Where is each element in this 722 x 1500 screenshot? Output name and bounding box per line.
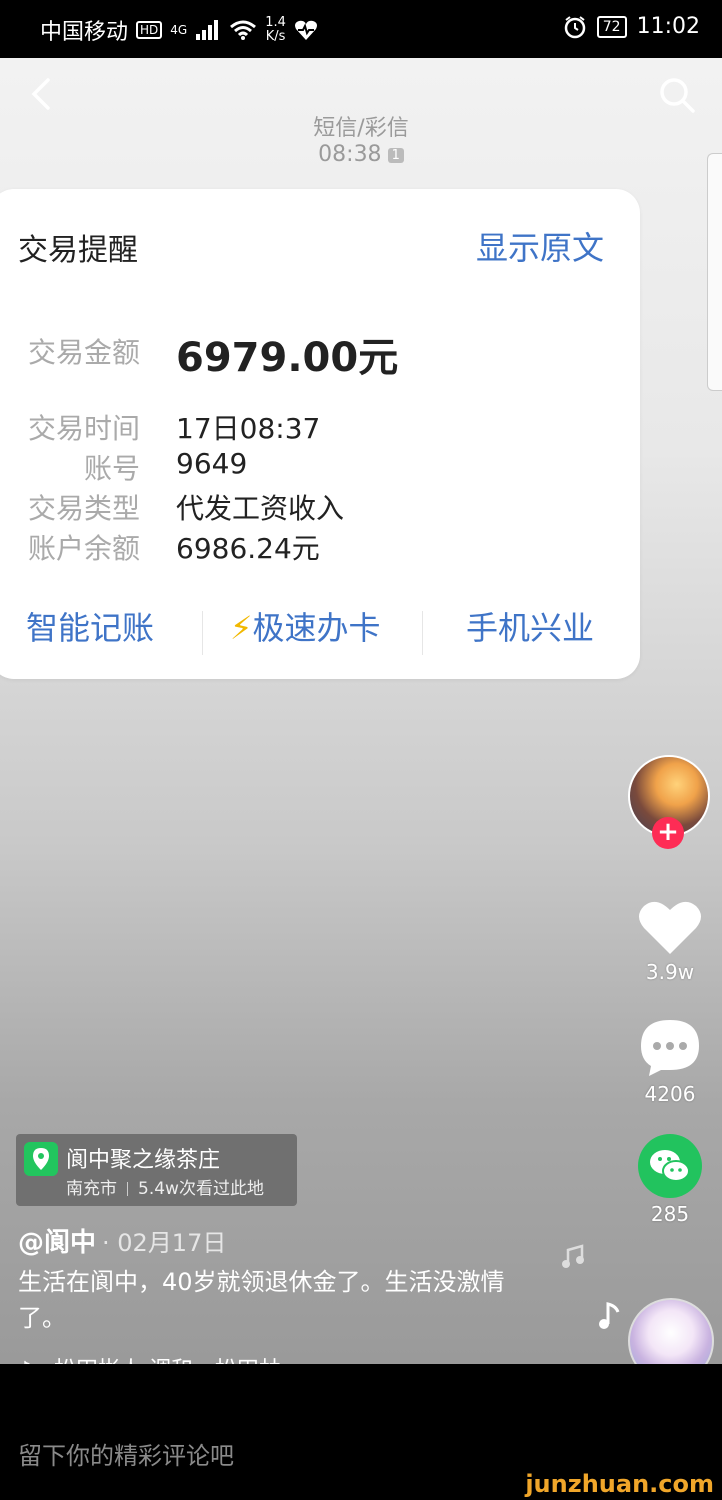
sms-time-row: 08:38 1: [0, 142, 722, 167]
time-label: 交易时间: [27, 412, 140, 445]
status-left: 中国移动 HD 4G 1.4 K/s: [40, 14, 318, 46]
music-note-icon: [562, 1244, 584, 1268]
location-name: 阆中聚之缘茶庄: [66, 1148, 221, 1173]
account-value: 9649: [176, 447, 248, 480]
type-value: 代发工资收入: [176, 492, 345, 525]
watermark: junzhuan.com: [525, 1470, 714, 1498]
network-speed: 1.4 K/s: [265, 16, 286, 44]
author-name[interactable]: @阆中: [18, 1228, 96, 1258]
back-icon[interactable]: [26, 74, 56, 114]
health-icon: [294, 20, 317, 40]
mobile-xingye-button[interactable]: 手机兴业: [466, 603, 594, 649]
account-label: 账号: [83, 452, 140, 485]
battery-indicator: 72: [596, 15, 627, 38]
action-divider: [202, 611, 203, 655]
location-tag[interactable]: 阆中聚之缘茶庄 南充市 5.4w次看过此地: [16, 1134, 297, 1206]
comment-icon: [641, 1020, 699, 1076]
music-marquee[interactable]: ♪ - 松田彬人 调和 - 松田林: [18, 1352, 281, 1364]
location-sub: 南充市 5.4w次看过此地: [66, 1174, 264, 1199]
author-avatar[interactable]: +: [628, 755, 710, 849]
bolt-icon: ⚡: [230, 609, 253, 647]
clock: 11:02: [636, 14, 700, 39]
search-icon[interactable]: [658, 76, 696, 114]
card-title: 交易提醒: [18, 233, 138, 268]
network-type: 4G: [170, 23, 188, 37]
balance-label: 账户余额: [27, 532, 140, 565]
speed-value: 1.4: [265, 15, 286, 30]
post-caption: 生活在阆中，40岁就领退休金了。生活没激情了。: [18, 1268, 505, 1332]
hd-badge: HD: [136, 21, 163, 39]
comment-count: 4206: [644, 1082, 696, 1106]
like-count: 3.9w: [645, 960, 695, 984]
wechat-icon: [638, 1134, 702, 1198]
follow-button[interactable]: +: [652, 817, 684, 849]
music-disc[interactable]: [628, 1298, 714, 1364]
status-right: 72 11:02: [563, 14, 700, 39]
card-actions: 智能记账 ⚡极速办卡 手机兴业: [0, 603, 640, 659]
author-line[interactable]: @阆中 · 02月17日: [18, 1222, 226, 1259]
carrier-label: 中国移动: [40, 20, 129, 45]
transaction-card: 交易提醒 显示原文 交易金额 6979.00元 交易时间 17日08:37 账号…: [0, 189, 640, 679]
heart-icon: [639, 901, 701, 954]
show-original-link[interactable]: 显示原文: [476, 223, 604, 269]
speed-unit: K/s: [265, 29, 286, 44]
amount-value: 6979.00元: [176, 335, 399, 381]
smart-bookkeeping-button[interactable]: 智能记账: [26, 603, 154, 649]
share-button[interactable]: 285: [630, 1134, 710, 1226]
location-city: 南充市: [66, 1179, 117, 1199]
video-area[interactable]: 短信/彩信 08:38 1 交易提醒 显示原文 交易金额 6979.00元 交易时…: [0, 58, 722, 1364]
wifi-icon: [230, 20, 257, 40]
time-value: 17日08:37: [176, 412, 321, 445]
fast-card-button[interactable]: ⚡极速办卡: [230, 603, 380, 649]
location-visits: 5.4w次看过此地: [138, 1179, 264, 1199]
type-label: 交易类型: [27, 492, 140, 525]
like-button[interactable]: 3.9w: [630, 898, 710, 984]
balance-value: 6986.24元: [176, 532, 320, 565]
location-pin-icon: [24, 1142, 58, 1176]
status-bar: 中国移动 HD 4G 1.4 K/s 72 11:02: [0, 0, 722, 58]
music-note-icon: [599, 1302, 620, 1329]
location-separator: [127, 1182, 128, 1196]
sms-time: 08:38: [318, 142, 382, 167]
signal-icon: [196, 20, 219, 40]
fast-card-label: 极速办卡: [252, 609, 381, 647]
side-panel-handle[interactable]: [707, 153, 722, 391]
action-divider: [422, 611, 423, 655]
amount-label: 交易金额: [27, 336, 140, 369]
sim-badge: 1: [387, 147, 404, 163]
comment-input[interactable]: 留下你的精彩评论吧: [18, 1436, 234, 1471]
alarm-icon: [564, 15, 586, 38]
comment-button[interactable]: 4206: [630, 1018, 710, 1106]
share-count: 285: [650, 1202, 690, 1226]
post-date: · 02月17日: [102, 1229, 227, 1257]
sms-source: 短信/彩信: [313, 116, 409, 141]
